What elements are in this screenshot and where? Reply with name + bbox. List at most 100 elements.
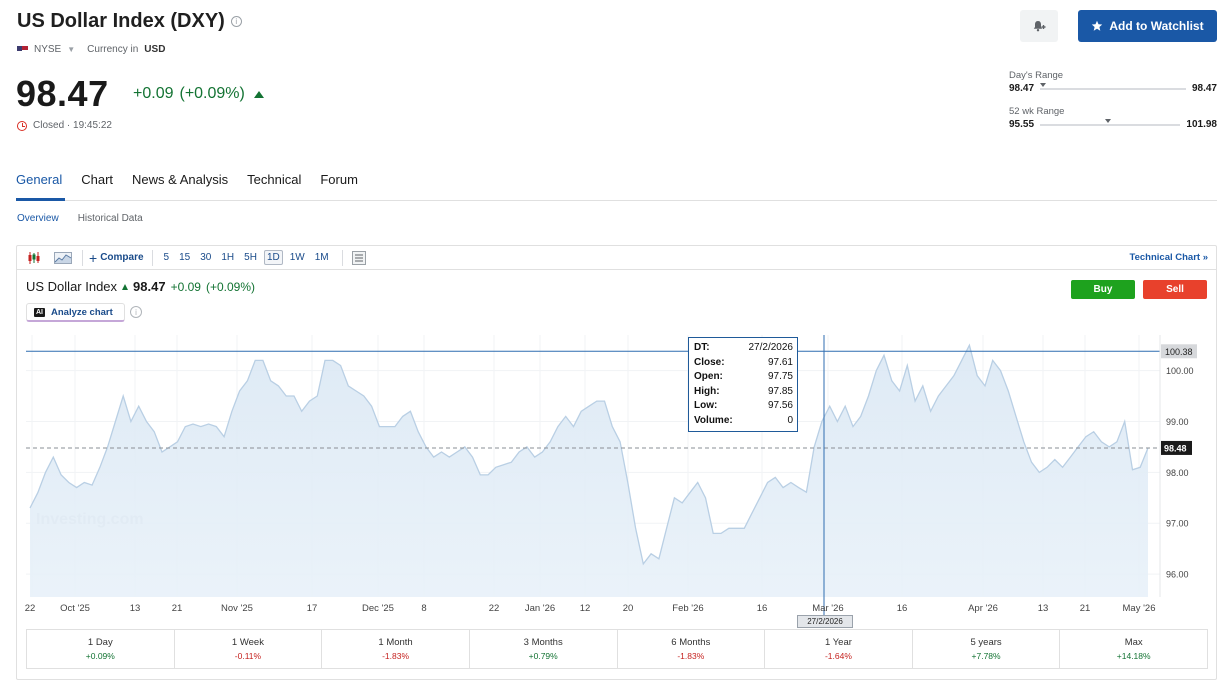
tab-technical[interactable]: Technical bbox=[247, 172, 301, 187]
week52-range-low: 95.55 bbox=[1009, 119, 1035, 130]
perf-value: +0.09% bbox=[85, 651, 115, 661]
legend-change-percent: (+0.09%) bbox=[205, 279, 255, 294]
perf-label: 1 Month bbox=[378, 637, 413, 648]
tooltip-value: 97.85 bbox=[767, 385, 793, 397]
tooltip-row: Low: 97.56 bbox=[694, 399, 793, 414]
bell-plus-icon bbox=[1033, 21, 1046, 32]
perf-cell-5-years[interactable]: 5 years +7.78% bbox=[913, 630, 1061, 668]
perf-label: 5 years bbox=[970, 637, 1002, 648]
instrument-title: US Dollar Index (DXY) bbox=[17, 10, 225, 32]
perf-label: 1 Day bbox=[87, 637, 113, 648]
buy-button[interactable]: Buy bbox=[1071, 280, 1135, 299]
perf-value: -0.11% bbox=[234, 651, 262, 661]
alert-button[interactable] bbox=[1020, 10, 1058, 42]
tooltip-value: 97.61 bbox=[767, 356, 793, 368]
perf-cell-1-week[interactable]: 1 Week -0.11% bbox=[175, 630, 323, 668]
main-tabs: General Chart News & Analysis Technical … bbox=[16, 172, 358, 187]
area-chart-icon[interactable] bbox=[54, 251, 72, 265]
perf-label: 1 Year bbox=[824, 637, 852, 648]
tooltip-key: Low: bbox=[694, 400, 718, 411]
perf-value: +0.79% bbox=[528, 651, 558, 661]
day-range-marker bbox=[1040, 82, 1047, 87]
perf-label: 6 Months bbox=[671, 637, 711, 648]
day-range-low: 98.47 bbox=[1009, 83, 1035, 94]
perf-value: +7.78% bbox=[971, 651, 1001, 661]
perf-cell-6-months[interactable]: 6 Months -1.83% bbox=[618, 630, 766, 668]
week52-range: 52 wk Range 95.55 101.98 bbox=[1009, 106, 1217, 130]
interval-5[interactable]: 5 bbox=[164, 252, 170, 263]
interval-1d[interactable]: 1D bbox=[263, 250, 283, 265]
interval-1w[interactable]: 1W bbox=[290, 252, 305, 263]
chevron-down-icon[interactable]: ▼ bbox=[67, 45, 75, 54]
candlestick-icon[interactable] bbox=[26, 251, 42, 265]
add-to-watchlist-button[interactable]: Add to Watchlist bbox=[1078, 10, 1217, 42]
star-icon bbox=[1092, 20, 1103, 31]
tooltip-row: Close: 97.61 bbox=[694, 356, 793, 371]
legend-price: 98.47 bbox=[133, 279, 166, 294]
perf-cell-max[interactable]: Max +14.18% bbox=[1060, 630, 1207, 668]
perf-cell-1-day[interactable]: 1 Day +0.09% bbox=[27, 630, 175, 668]
status-text: Closed · 19:45:22 bbox=[33, 120, 112, 131]
info-icon[interactable]: i bbox=[130, 306, 142, 318]
sell-button[interactable]: Sell bbox=[1143, 280, 1207, 299]
currency-label: Currency in bbox=[87, 44, 139, 55]
day-range-bar bbox=[1040, 82, 1186, 90]
compare-label: Compare bbox=[100, 252, 144, 263]
interval-5h[interactable]: 5H bbox=[244, 252, 257, 263]
technical-chart-link[interactable]: Technical Chart » bbox=[1130, 252, 1209, 263]
tooltip-value: 97.75 bbox=[767, 371, 793, 382]
crosshair-tooltip: DT: 27/2/2026 Close: 97.61 Open: 97.75 High… bbox=[688, 337, 798, 432]
tooltip-key: High: bbox=[694, 385, 720, 397]
up-arrow-icon bbox=[253, 90, 264, 98]
tabs-divider bbox=[16, 200, 1217, 201]
up-arrow-icon bbox=[122, 284, 129, 290]
legend-name: US Dollar Index bbox=[26, 279, 118, 294]
tab-chart[interactable]: Chart bbox=[81, 172, 113, 187]
tooltip-row: Volume: 0 bbox=[694, 414, 793, 429]
ai-badge: AI bbox=[34, 307, 45, 317]
tab-general[interactable]: General bbox=[16, 172, 62, 187]
analyze-label: Analyze chart bbox=[51, 306, 113, 318]
perf-label: Max bbox=[1124, 637, 1143, 648]
week52-range-marker bbox=[1104, 118, 1111, 123]
day-range-high: 98.47 bbox=[1191, 83, 1217, 94]
performance-strip: 1 Day +0.09% 1 Week -0.11% 1 Month -1.83% 3… bbox=[26, 629, 1208, 669]
perf-cell-3-months[interactable]: 3 Months +0.79% bbox=[470, 630, 618, 668]
week52-range-label: 52 wk Range bbox=[1009, 106, 1065, 117]
exchange-name[interactable]: NYSE bbox=[34, 44, 61, 55]
perf-value: -1.83% bbox=[382, 651, 410, 661]
tooltip-key: Volume: bbox=[694, 414, 733, 426]
interval-1m[interactable]: 1M bbox=[315, 252, 329, 263]
us-flag-icon bbox=[17, 45, 28, 54]
tooltip-row: DT: 27/2/2026 bbox=[694, 341, 793, 356]
interval-15[interactable]: 15 bbox=[179, 252, 190, 263]
perf-cell-1-year[interactable]: 1 Year -1.64% bbox=[765, 630, 913, 668]
last-price: 98.47 bbox=[16, 73, 109, 114]
interval-1h[interactable]: 1H bbox=[221, 252, 234, 263]
tooltip-key: DT: bbox=[694, 342, 710, 353]
watchlist-label: Add to Watchlist bbox=[1109, 19, 1204, 33]
interval-30[interactable]: 30 bbox=[200, 252, 211, 263]
chart-widget bbox=[16, 245, 1217, 680]
perf-cell-1-month[interactable]: 1 Month -1.83% bbox=[322, 630, 470, 668]
tab-forum[interactable]: Forum bbox=[320, 172, 358, 187]
settings-panel-icon[interactable] bbox=[351, 250, 367, 265]
day-range: Day's Range 98.47 98.47 bbox=[1009, 70, 1217, 94]
tab-news-analysis[interactable]: News & Analysis bbox=[132, 172, 228, 187]
compare-button[interactable]: + Compare bbox=[89, 250, 144, 266]
currency-value: USD bbox=[144, 44, 166, 55]
perf-label: 1 Week bbox=[231, 637, 264, 648]
legend-change: +0.09 bbox=[170, 279, 201, 294]
perf-value: +14.18% bbox=[1116, 651, 1151, 661]
chart-legend: US Dollar Index 98.47 +0.09 (+0.09%) bbox=[26, 279, 255, 294]
subtab-overview[interactable]: Overview bbox=[17, 213, 59, 224]
tooltip-key: Open: bbox=[694, 371, 723, 382]
analyze-chart-button[interactable]: AI Analyze chart bbox=[26, 303, 125, 322]
price-change: +0.09 (+0.09%) bbox=[133, 85, 264, 103]
tooltip-value: 97.56 bbox=[767, 400, 793, 411]
perf-value: -1.64% bbox=[824, 651, 852, 661]
perf-value: -1.83% bbox=[677, 651, 705, 661]
tooltip-key: Close: bbox=[694, 356, 725, 368]
info-icon[interactable]: i bbox=[230, 16, 242, 27]
subtab-historical-data[interactable]: Historical Data bbox=[78, 213, 143, 224]
